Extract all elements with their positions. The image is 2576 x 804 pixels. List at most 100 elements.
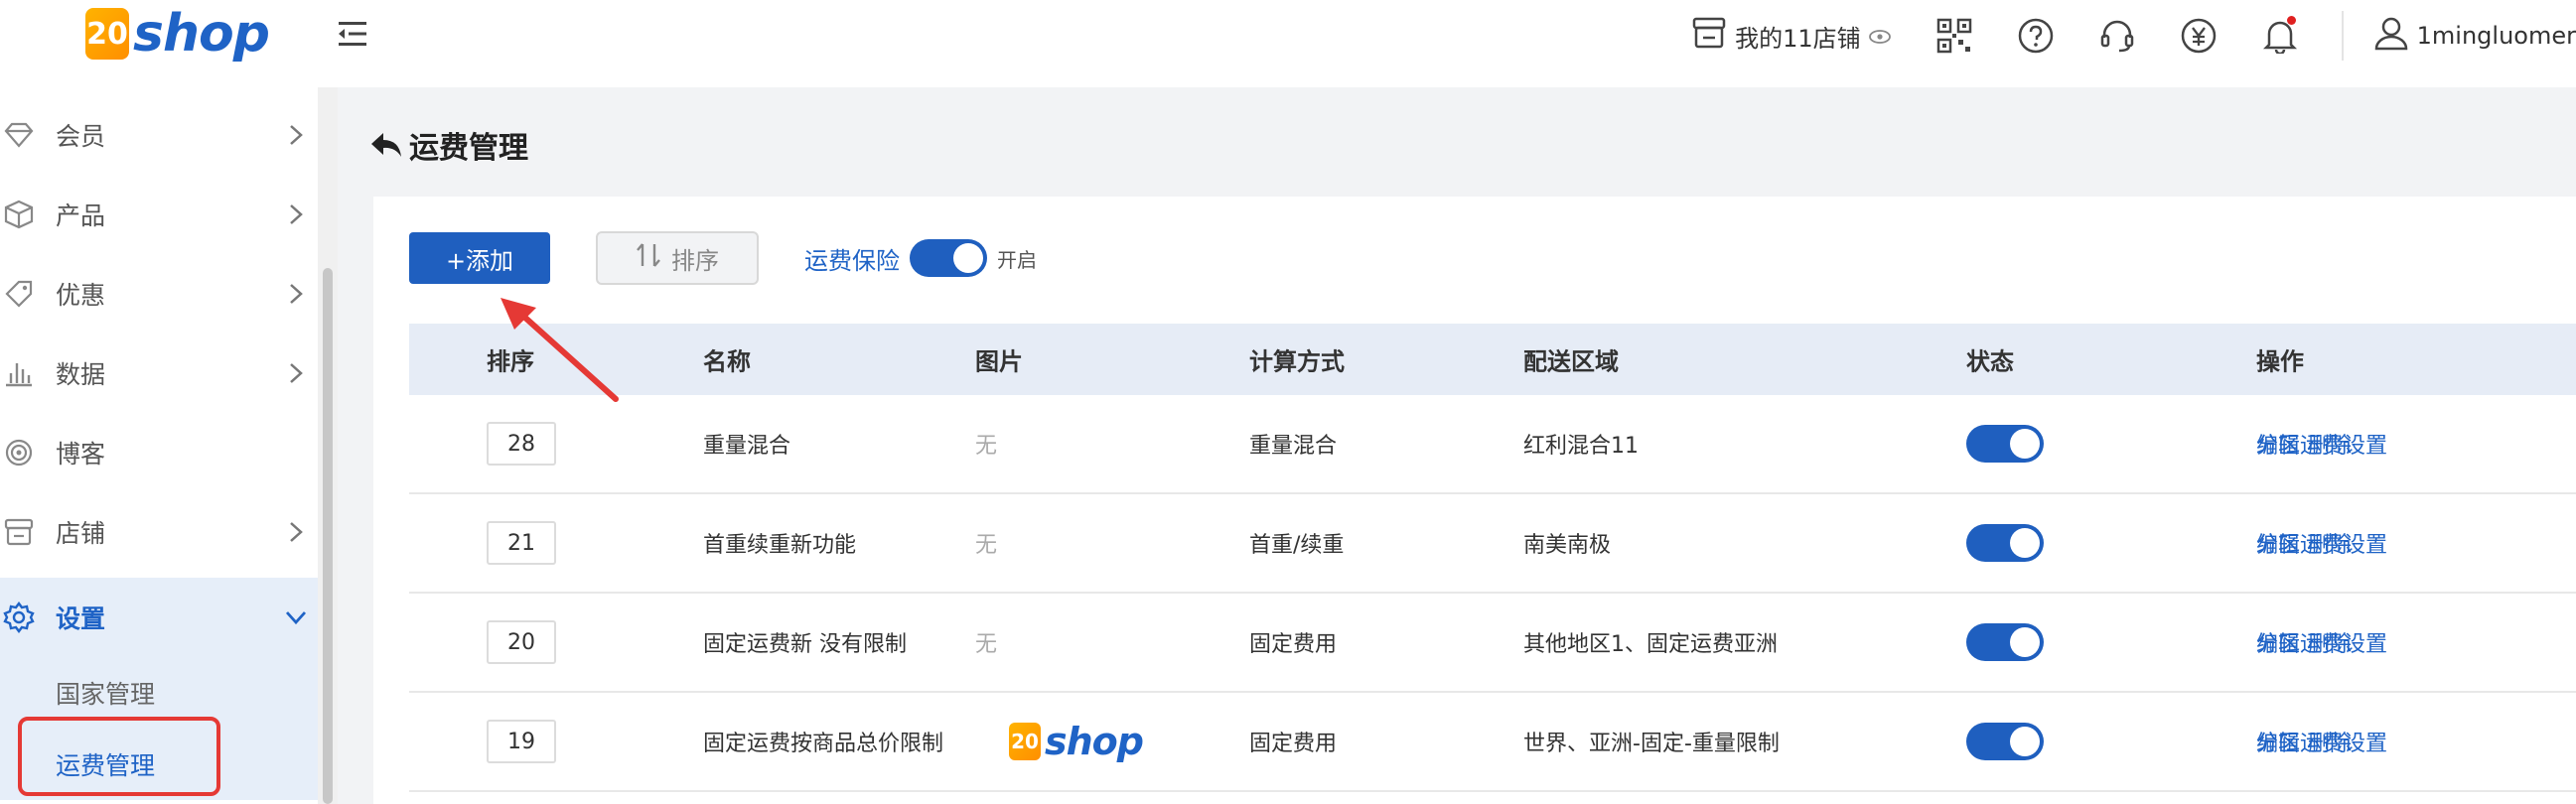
column-header: 操作 xyxy=(2256,347,2304,376)
chevron-right-icon xyxy=(284,282,308,306)
row-image-none: 无 xyxy=(975,632,998,657)
row-image-none: 无 xyxy=(975,533,998,558)
insurance-toggle[interactable] xyxy=(910,239,987,277)
status-toggle[interactable] xyxy=(1966,425,2044,463)
sidebar-item-settings[interactable]: 设置 xyxy=(0,578,318,657)
notification-dot xyxy=(2286,16,2296,25)
order-input[interactable] xyxy=(487,620,556,664)
sidebar-item-label: 店铺 xyxy=(56,519,106,548)
store-switcher[interactable]: 我的11店铺 xyxy=(1691,17,1891,55)
page-header: 运费管理 xyxy=(369,117,528,173)
row-actions: 分区运费设置 编辑 删除 xyxy=(2256,527,2387,559)
logo-text: shop xyxy=(1045,720,1144,763)
add-button[interactable]: +添加 xyxy=(409,232,550,284)
user-menu[interactable]: 1mingluomer xyxy=(2373,15,2576,57)
logo-text: shop xyxy=(133,4,270,64)
yen-icon[interactable] xyxy=(2179,16,2218,56)
store-icon xyxy=(1691,17,1727,55)
header-divider xyxy=(2341,11,2344,61)
toolbar: +添加 排序 运费保险 开启 xyxy=(409,231,1037,285)
edit-link[interactable]: 编辑 xyxy=(2256,428,2300,460)
status-toggle[interactable] xyxy=(1966,524,2044,562)
row-actions: 分区运费设置 编辑 删除 xyxy=(2256,428,2387,460)
chevron-down-icon xyxy=(284,605,308,629)
row-actions: 分区运费设置 编辑 删除 xyxy=(2256,726,2387,757)
user-icon xyxy=(2373,15,2409,57)
row-area: 南美南极 xyxy=(1523,533,1612,558)
row-actions: 分区运费设置 编辑 删除 xyxy=(2256,626,2387,658)
help-icon[interactable] xyxy=(2016,16,2056,56)
sidebar-item-blog[interactable]: 博客 xyxy=(0,413,318,492)
content-card: +添加 排序 运费保险 开启 排序 名称 图片 计算方式 配送区域 状态 操作 … xyxy=(373,197,2576,804)
insurance-label: 运费保险 xyxy=(804,246,900,275)
column-header: 计算方式 xyxy=(1249,347,1345,376)
sidebar-item-products[interactable]: 产品 xyxy=(0,175,318,254)
annotation-arrow-icon xyxy=(501,298,619,402)
sort-button[interactable]: 排序 xyxy=(596,231,759,285)
headset-icon[interactable] xyxy=(2097,16,2137,56)
sidebar-item-label: 会员 xyxy=(56,122,106,151)
column-header: 状态 xyxy=(1966,347,2014,376)
sidebar-item-promotions[interactable]: 优惠 xyxy=(0,254,318,334)
sidebar-item-members[interactable]: 会员 xyxy=(0,95,318,175)
row-image-logo: 20 shop xyxy=(1009,720,1144,763)
row-area: 红利混合11 xyxy=(1523,434,1639,459)
back-arrow-icon[interactable] xyxy=(369,131,403,159)
edit-link[interactable]: 编辑 xyxy=(2256,527,2300,559)
row-area: 其他地区1、固定运费亚洲 xyxy=(1523,632,1778,657)
row-calc: 固定费用 xyxy=(1249,732,1338,756)
order-input[interactable] xyxy=(487,720,556,763)
box-icon xyxy=(2,198,36,231)
tag-icon xyxy=(2,277,36,311)
table-row: 重量混合 无 重量混合 红利混合11 分区运费设置 编辑 删除 xyxy=(409,395,2576,494)
menu-collapse-icon[interactable] xyxy=(336,16,371,52)
chevron-right-icon xyxy=(284,202,308,226)
sidebar-scrollbar[interactable] xyxy=(323,268,333,804)
column-header: 配送区域 xyxy=(1523,347,1619,376)
table-row: 首重续重新功能 无 首重/续重 南美南极 分区运费设置 编辑 删除 xyxy=(409,494,2576,594)
row-calc: 重量混合 xyxy=(1249,434,1338,459)
delete-link[interactable]: 删除 xyxy=(2308,726,2352,757)
edit-link[interactable]: 编辑 xyxy=(2256,726,2300,757)
store-icon xyxy=(2,515,36,549)
bell-icon[interactable] xyxy=(2260,16,2300,56)
gear-icon xyxy=(2,601,36,634)
brand-logo[interactable]: 20 shop xyxy=(85,4,270,64)
chevron-right-icon xyxy=(284,123,308,147)
sort-button-label: 排序 xyxy=(671,246,719,275)
shipping-table: 排序 名称 图片 计算方式 配送区域 状态 操作 重量混合 无 重量混合 红利混… xyxy=(409,324,2576,792)
sidebar-item-label: 国家管理 xyxy=(56,680,156,709)
logo-badge: 20 xyxy=(1009,723,1041,760)
qrcode-icon[interactable] xyxy=(1934,16,1974,56)
sidebar-item-data[interactable]: 数据 xyxy=(0,334,318,413)
blog-icon xyxy=(2,436,36,469)
order-input[interactable] xyxy=(487,521,556,565)
logo-badge: 20 xyxy=(85,8,129,60)
row-name: 固定运费按商品总价限制 xyxy=(703,732,944,756)
sidebar: 会员 产品 优惠 数据 博客 店铺 设置 国家管理 运费管理 xyxy=(0,87,338,804)
sidebar-item-store[interactable]: 店铺 xyxy=(0,492,318,572)
header-actions: 我的11店铺 1mingluomer xyxy=(1691,0,2576,71)
delete-link[interactable]: 删除 xyxy=(2308,626,2352,658)
delete-link[interactable]: 删除 xyxy=(2308,428,2352,460)
status-toggle[interactable] xyxy=(1966,723,2044,760)
column-header: 图片 xyxy=(975,347,1023,376)
store-name: 我的11店铺 xyxy=(1735,24,1861,53)
sidebar-item-label: 优惠 xyxy=(56,281,106,310)
delete-link[interactable]: 删除 xyxy=(2308,527,2352,559)
edit-link[interactable]: 编辑 xyxy=(2256,626,2300,658)
username: 1mingluomer xyxy=(2416,22,2576,50)
table-row: 固定运费新 没有限制 无 固定费用 其他地区1、固定运费亚洲 分区运费设置 编辑… xyxy=(409,594,2576,693)
table-row: 固定运费按商品总价限制 20 shop 固定费用 世界、亚洲-固定-重量限制 分… xyxy=(409,693,2576,792)
row-area: 世界、亚洲-固定-重量限制 xyxy=(1523,732,1780,756)
row-calc: 首重/续重 xyxy=(1249,533,1345,558)
row-name: 首重续重新功能 xyxy=(703,533,857,558)
status-toggle[interactable] xyxy=(1966,623,2044,661)
order-input[interactable] xyxy=(487,422,556,466)
bar-chart-icon xyxy=(2,356,36,390)
column-header: 名称 xyxy=(703,347,751,376)
chevron-right-icon xyxy=(284,361,308,385)
row-name: 固定运费新 没有限制 xyxy=(703,632,907,657)
table-header: 排序 名称 图片 计算方式 配送区域 状态 操作 xyxy=(409,324,2576,395)
eye-icon[interactable] xyxy=(1868,22,1891,50)
